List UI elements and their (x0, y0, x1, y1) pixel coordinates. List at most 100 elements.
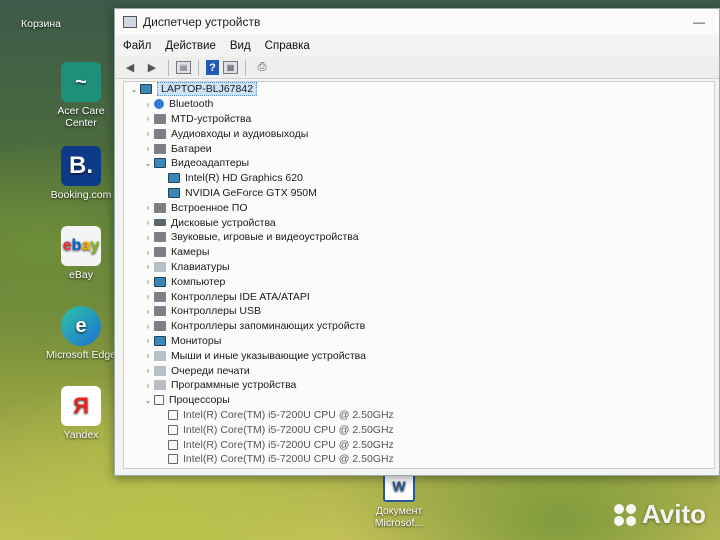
tree-category[interactable]: › Встроенное ПО (124, 200, 714, 215)
tree-category-label: Мыши и иные указывающие устройства (171, 349, 366, 362)
tree-category-label: Звуковые, игровые и видеоустройства (171, 231, 359, 244)
tree-category-label: Встроенное ПО (171, 201, 248, 214)
menu-help[interactable]: Справка (265, 40, 310, 52)
menu-view[interactable]: Вид (230, 40, 251, 52)
avito-watermark: Avito (613, 499, 706, 530)
tree-category[interactable]: › Мыши и иные указывающие устройства (124, 348, 714, 363)
mtd-icon (154, 113, 166, 124)
firmware-icon (154, 202, 166, 213)
tree-device[interactable]: Intel(R) HD Graphics 620 (124, 171, 714, 186)
desktop-icon-ebay[interactable]: ebay eBay (44, 226, 118, 281)
collapse-arrow-icon[interactable]: › (142, 100, 154, 109)
tree-category[interactable]: › Очереди печати (124, 363, 714, 378)
tree-category-label: Дисковые устройства (171, 216, 276, 229)
tree-category[interactable]: › Аудиовходы и аудиовыходы (124, 126, 714, 141)
ebay-icon: ebay (61, 226, 101, 266)
menu-file[interactable]: Файл (123, 40, 151, 52)
collapse-arrow-icon[interactable]: › (142, 351, 154, 360)
collapse-arrow-icon[interactable]: › (142, 129, 154, 138)
tree-device[interactable]: Intel(R) Core(TM) i5-7200U CPU @ 2.50GHz (124, 408, 714, 423)
recycle-bin-label[interactable]: Корзина (4, 18, 78, 30)
expand-arrow-icon[interactable]: ⌄ (142, 396, 154, 405)
tree-category-label: Контроллеры IDE ATA/ATAPI (171, 290, 310, 303)
disk-icon (154, 219, 166, 227)
collapse-arrow-icon[interactable]: › (142, 144, 154, 153)
tree-category[interactable]: › Bluetooth (124, 97, 714, 112)
help-icon[interactable]: ? (206, 60, 219, 75)
tree-category-label: MTD-устройства (171, 112, 252, 125)
tree-device[interactable]: NVIDIA GeForce GTX 950M (124, 186, 714, 201)
desktop-icon-acer-care-center[interactable]: ~ Acer Care Center (44, 62, 118, 129)
storage-icon (154, 321, 166, 332)
processor-icon (168, 454, 178, 465)
properties-icon[interactable]: ▤ (176, 61, 191, 74)
collapse-arrow-icon[interactable]: › (142, 114, 154, 123)
tree-device[interactable]: Intel(R) Core(TM) i5-7200U CPU @ 2.50GHz (124, 422, 714, 437)
collapse-arrow-icon[interactable]: › (142, 218, 154, 227)
tree-category[interactable]: › Мониторы (124, 334, 714, 349)
desktop-icon-label: eBay (69, 269, 93, 281)
menu-bar: Файл Действие Вид Справка (115, 35, 719, 57)
tree-category[interactable]: › Камеры (124, 245, 714, 260)
collapse-arrow-icon[interactable]: › (142, 262, 154, 271)
tree-category-label: Контроллеры запоминающих устройств (171, 320, 366, 333)
desktop-icon-label: Yandex (63, 429, 99, 441)
desktop-icon-word-document[interactable]: W Документ Microsof... (362, 470, 436, 529)
tree-category-label: Очереди печати (171, 364, 250, 377)
software-device-icon (154, 380, 166, 391)
tree-category[interactable]: › Контроллеры USB (124, 304, 714, 319)
tree-device-label: Intel(R) Core(TM) i5-7200U CPU @ 2.50GHz (183, 453, 394, 466)
collapse-arrow-icon[interactable]: › (142, 366, 154, 375)
tree-category-label: Мониторы (171, 334, 222, 347)
bluetooth-icon (154, 99, 164, 110)
avito-watermark-text: Avito (641, 499, 706, 529)
mouse-icon (154, 350, 166, 361)
display-adapter-icon (168, 173, 180, 184)
collapse-arrow-icon[interactable]: › (142, 322, 154, 331)
desktop-icon-booking[interactable]: B. Booking.com (44, 146, 118, 201)
tree-category-label: Аудиовходы и аудиовыходы (171, 127, 309, 140)
tree-category[interactable]: › Клавиатуры (124, 260, 714, 275)
tree-device-label: Intel(R) Core(TM) i5-7200U CPU @ 2.50GHz (183, 423, 394, 436)
collapse-arrow-icon[interactable]: › (142, 307, 154, 316)
back-arrow-icon[interactable]: ◀ (121, 60, 139, 76)
keyboard-icon (154, 261, 166, 272)
minimize-button[interactable]: — (679, 15, 719, 29)
desktop-icon-edge[interactable]: e Microsoft Edge (44, 306, 118, 361)
tree-category[interactable]: › Контроллеры IDE ATA/ATAPI (124, 289, 714, 304)
yandex-icon: Я (61, 386, 101, 426)
menu-action[interactable]: Действие (165, 40, 216, 52)
tree-category[interactable]: › Звуковые, игровые и видеоустройства (124, 230, 714, 245)
title-bar[interactable]: Диспетчер устройств — (115, 9, 719, 35)
tree-category[interactable]: › Батареи (124, 141, 714, 156)
forward-arrow-icon[interactable]: ▶ (143, 60, 161, 76)
expand-arrow-icon[interactable]: ⌄ (142, 159, 154, 168)
tree-category[interactable]: › Контроллеры запоминающих устройств (124, 319, 714, 334)
tree-category[interactable]: › MTD-устройства (124, 112, 714, 127)
collapse-arrow-icon[interactable]: › (142, 292, 154, 301)
tree-category[interactable]: › Дисковые устройства (124, 215, 714, 230)
booking-icon: B. (61, 146, 101, 186)
collapse-arrow-icon[interactable]: › (142, 336, 154, 345)
tree-device[interactable]: Intel(R) Core(TM) i5-7200U CPU @ 2.50GHz (124, 452, 714, 467)
tree-category[interactable]: ⌄ Видеоадаптеры (124, 156, 714, 171)
collapse-arrow-icon[interactable]: › (142, 248, 154, 257)
tree-category[interactable]: ⌄ Процессоры (124, 393, 714, 408)
collapse-arrow-icon[interactable]: › (142, 381, 154, 390)
tree-category[interactable]: › Компьютер (124, 274, 714, 289)
collapse-arrow-icon[interactable]: › (142, 277, 154, 286)
tree-device[interactable]: Intel(R) Core(TM) i5-7200U CPU @ 2.50GHz (124, 437, 714, 452)
view-icon[interactable]: ▦ (223, 61, 238, 74)
tree-category[interactable]: › Программные устройства (124, 378, 714, 393)
acer-care-center-icon: ~ (61, 62, 101, 102)
collapse-arrow-icon[interactable]: › (142, 203, 154, 212)
tree-device-label: Intel(R) Core(TM) i5-7200U CPU @ 2.50GHz (183, 438, 394, 451)
scan-hardware-icon[interactable]: ⎙ (253, 60, 271, 76)
expand-arrow-icon[interactable]: ⌄ (128, 85, 140, 94)
device-manager-window: Диспетчер устройств — Файл Действие Вид … (114, 8, 720, 476)
tree-root[interactable]: ⌄ LAPTOP-BLJ67842 (124, 82, 714, 97)
tree-category-label: Bluetooth (169, 98, 214, 111)
processor-icon (154, 395, 164, 406)
collapse-arrow-icon[interactable]: › (142, 233, 154, 242)
desktop-icon-yandex[interactable]: Я Yandex (44, 386, 118, 441)
